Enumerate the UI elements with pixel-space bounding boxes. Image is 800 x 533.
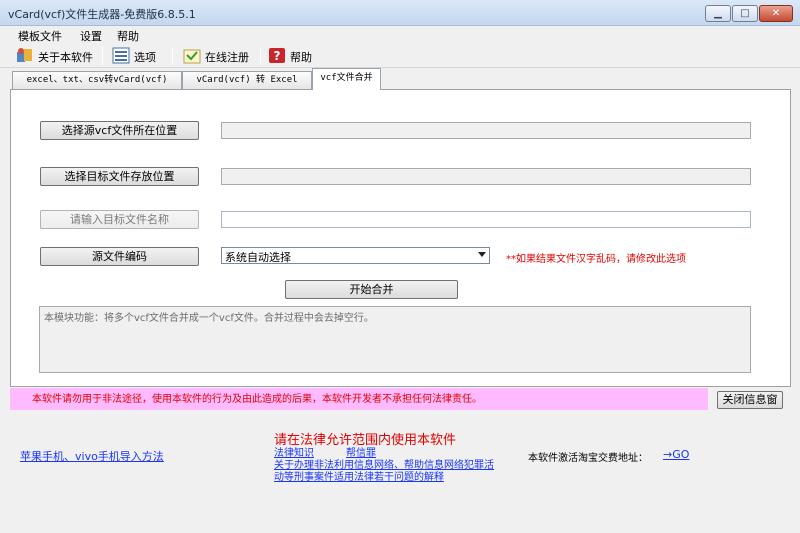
iphone-vivo-import-link[interactable]: 苹果手机、vivo手机导入方法: [20, 448, 164, 464]
encoding-hint: **如果结果文件汉字乱码，请修改此选项: [506, 254, 686, 265]
encoding-button[interactable]: 源文件编码: [40, 247, 199, 266]
menu-help[interactable]: 帮助: [117, 28, 139, 44]
warning-text: 本软件请勿用于非法途径，使用本软件的行为及由此造成的后果，本软件开发者不承担任何…: [32, 394, 482, 405]
toolbar-separator: [102, 47, 103, 65]
chevron-down-icon: [478, 252, 486, 257]
target-path-field: [221, 168, 751, 185]
close-info-button[interactable]: 关闭信息窗: [717, 391, 783, 409]
start-merge-button[interactable]: 开始合并: [285, 280, 458, 299]
close-icon: ✕: [771, 8, 781, 19]
target-name-label: 请输入目标文件名称: [40, 210, 199, 229]
info-textbox[interactable]: 本模块功能：将多个vcf文件合并成一个vcf文件。合并过程中会去掉空行。: [39, 306, 751, 373]
menu-bar: 模板文件 设置 帮助: [0, 26, 800, 44]
target-name-input[interactable]: [221, 211, 751, 228]
source-path-field: [221, 122, 751, 139]
encoding-select[interactable]: 系统自动选择: [221, 247, 490, 264]
menu-template-file[interactable]: 模板文件: [18, 28, 62, 44]
toolbar: 关于本软件 选项 在线注册 ? 帮助: [0, 44, 800, 68]
tab-vcard-to-excel[interactable]: vCard(vcf) 转 Excel: [182, 71, 312, 89]
svg-text:?: ?: [274, 49, 281, 63]
maximize-icon: □: [740, 8, 750, 19]
select-target-button[interactable]: 选择目标文件存放位置: [40, 167, 199, 186]
about-button[interactable]: 关于本软件: [16, 46, 96, 66]
about-icon: [17, 48, 32, 62]
close-button[interactable]: ✕: [759, 5, 793, 22]
encoding-selected-value: 系统自动选择: [225, 251, 291, 264]
taobao-go-link[interactable]: →GO: [663, 448, 689, 461]
menu-settings[interactable]: 设置: [80, 28, 102, 44]
minimize-icon: ▁: [714, 8, 722, 19]
title-bar: vCard(vcf)文件生成器-免费版6.8.5.1 ▁ □ ✕: [0, 0, 800, 26]
register-button[interactable]: 在线注册: [183, 46, 253, 66]
taobao-label: 本软件激活淘宝交费地址：: [528, 453, 648, 464]
minimize-button[interactable]: ▁: [705, 5, 731, 22]
warning-bar: 本软件请勿用于非法途径，使用本软件的行为及由此造成的后果，本软件开发者不承担任何…: [10, 388, 708, 410]
register-icon: [183, 49, 201, 64]
options-icon: [112, 47, 130, 64]
window-title: vCard(vcf)文件生成器-免费版6.8.5.1: [8, 8, 196, 21]
select-source-button[interactable]: 选择源vcf文件所在位置: [40, 121, 199, 140]
help-icon: ?: [269, 48, 285, 63]
options-button[interactable]: 选项: [112, 46, 162, 66]
maximize-button[interactable]: □: [732, 5, 758, 22]
judicial-interpretation-link-line2[interactable]: 动等刑事案件适用法律若干问题的解释: [274, 468, 444, 483]
toolbar-separator: [260, 47, 261, 65]
tab-vcf-merge[interactable]: vcf文件合并: [312, 68, 381, 90]
toolbar-separator: [172, 47, 173, 65]
tab-excel-to-vcard[interactable]: excel、txt、csv转vCard(vcf): [12, 71, 182, 89]
help-button[interactable]: ? 帮助: [268, 46, 318, 66]
